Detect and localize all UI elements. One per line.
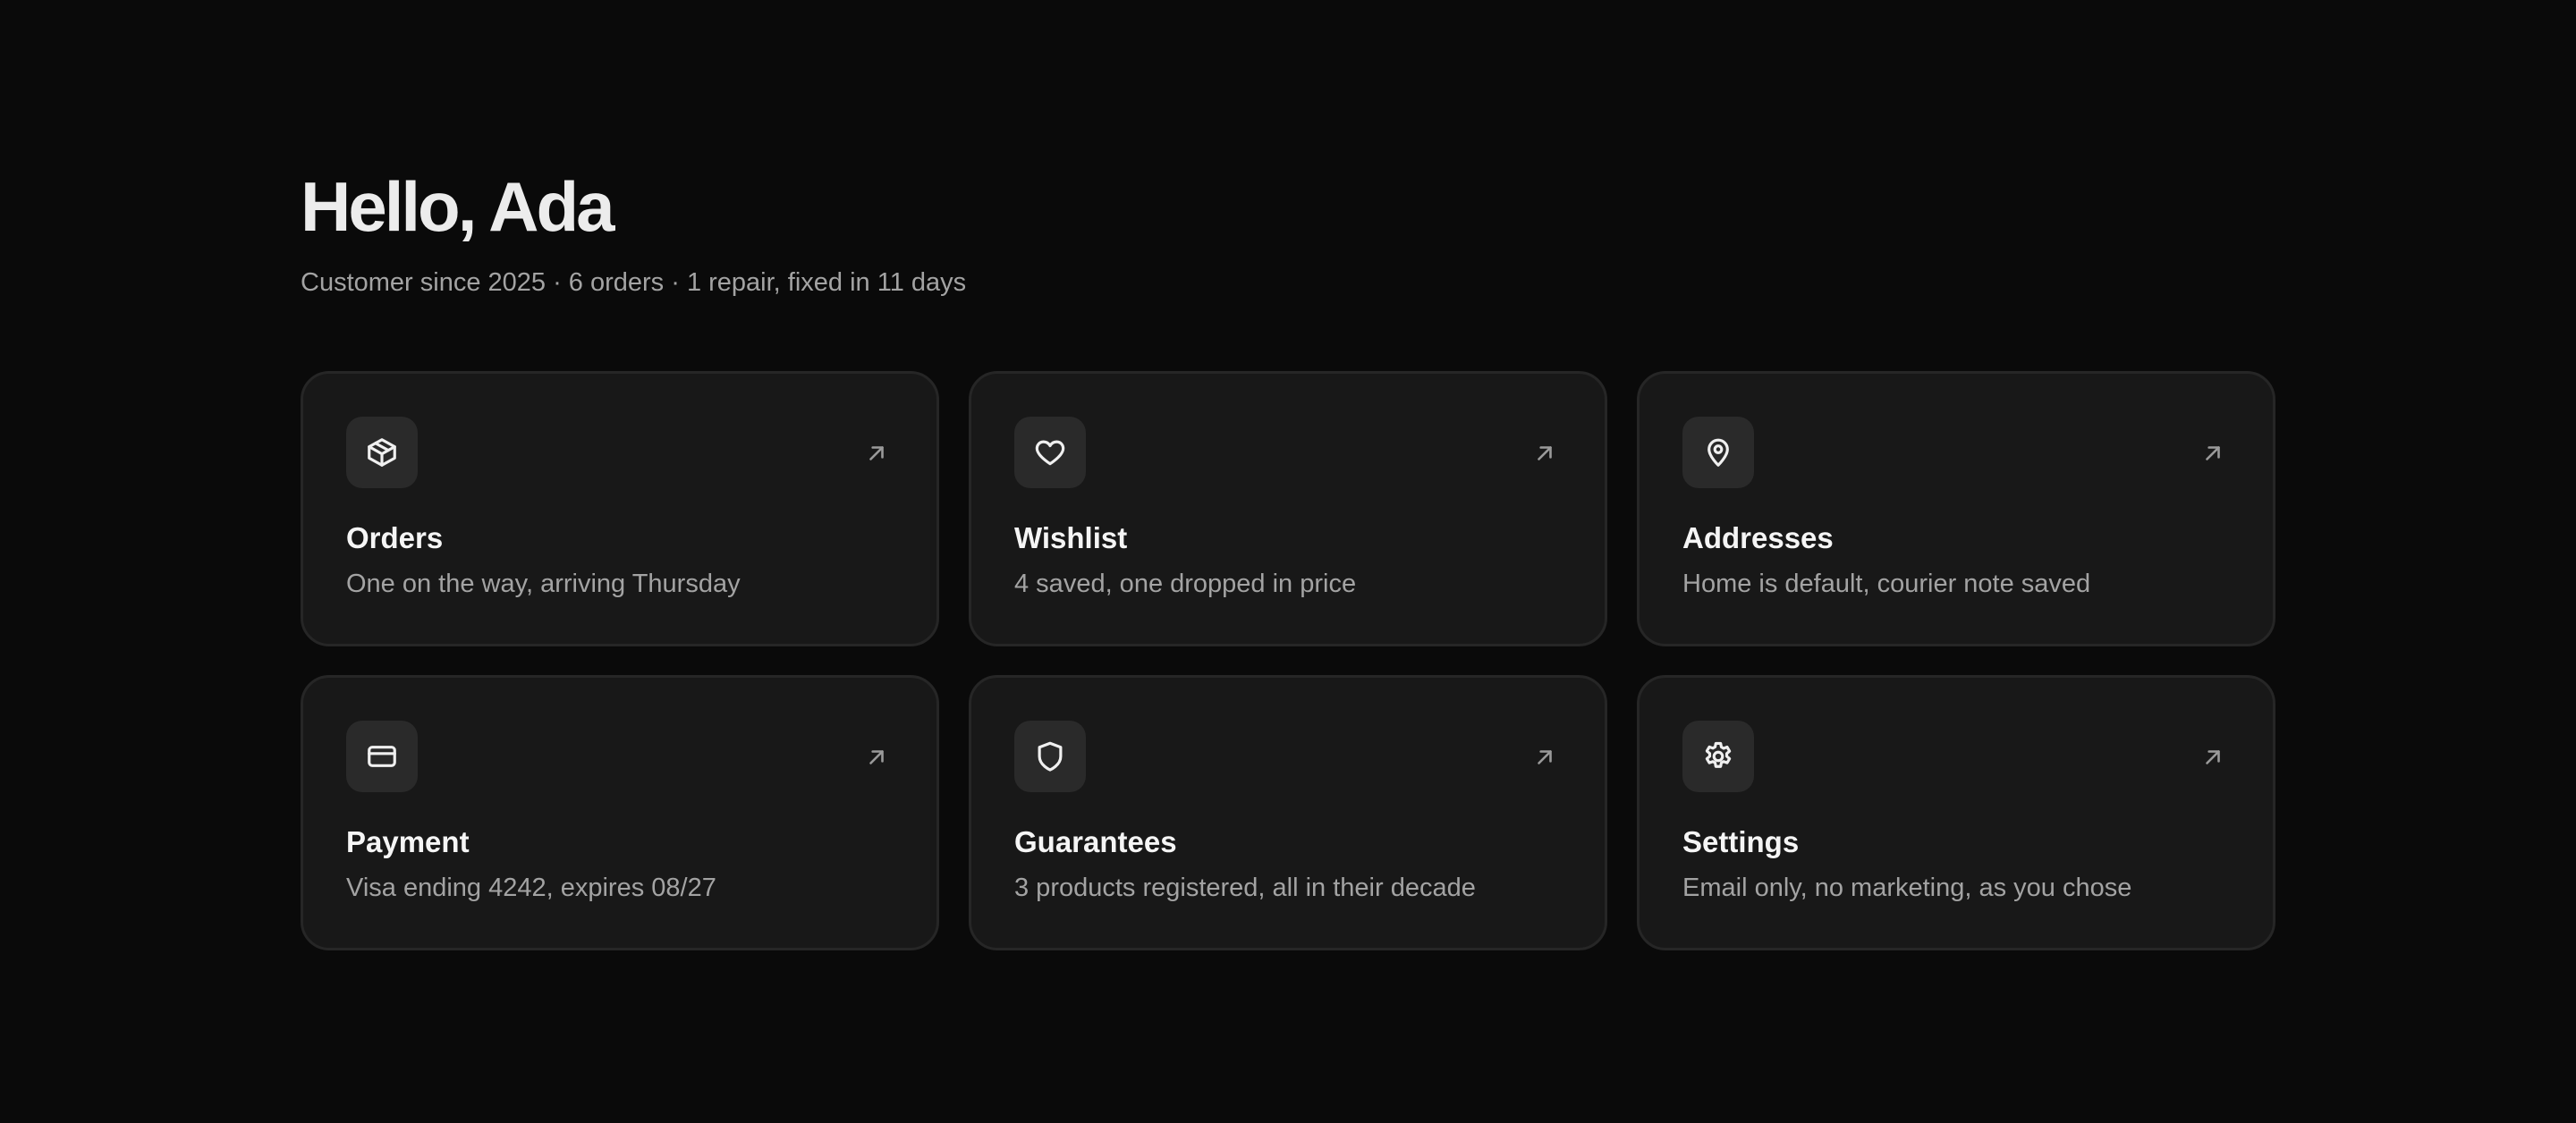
card-description: Email only, no marketing, as you chose: [1682, 874, 2132, 902]
heart-icon: [1035, 440, 1065, 466]
icon-tile: [1014, 417, 1086, 488]
arrow-up-right-icon: [1533, 442, 1556, 465]
arrow-up-right-icon: [1533, 746, 1556, 769]
arrow-up-right-icon: [865, 442, 888, 465]
card-title: Settings: [1682, 825, 1800, 858]
gear-icon: [1705, 741, 1732, 768]
addresses-card[interactable]: Addresses Home is default, courier note …: [1637, 371, 2275, 646]
wishlist-card[interactable]: Wishlist 4 saved, one dropped in price: [969, 371, 1607, 646]
icon-tile: [346, 721, 418, 792]
icon-tile: [1014, 721, 1086, 792]
icon-tile: [346, 417, 418, 488]
arrow-up-right-icon: [2201, 442, 2224, 465]
card-description: Visa ending 4242, expires 08/27: [346, 874, 716, 902]
card-description: 3 products registered, all in their deca…: [1014, 874, 1476, 902]
credit-card-icon: [368, 746, 396, 767]
icon-tile: [1682, 721, 1754, 792]
shield-icon: [1038, 741, 1063, 772]
arrow-up-right-icon: [865, 746, 888, 769]
orders-card[interactable]: Orders One on the way, arriving Thursday: [301, 371, 939, 646]
arrow-up-right-icon: [2201, 746, 2224, 769]
package-icon: [368, 438, 396, 467]
page-title: Hello, Ada: [301, 167, 614, 246]
map-pin-icon: [1707, 438, 1729, 467]
card-title: Addresses: [1682, 521, 1834, 554]
card-description: One on the way, arriving Thursday: [346, 570, 741, 598]
icon-tile: [1682, 417, 1754, 488]
guarantees-card[interactable]: Guarantees 3 products registered, all in…: [969, 675, 1607, 950]
card-description: 4 saved, one dropped in price: [1014, 570, 1357, 598]
card-description: Home is default, courier note saved: [1682, 570, 2091, 598]
card-title: Orders: [346, 521, 444, 554]
customer-summary: Customer since 2025 · 6 orders · 1 repai…: [301, 268, 967, 297]
payment-card[interactable]: Payment Visa ending 4242, expires 08/27: [301, 675, 939, 950]
card-title: Guarantees: [1014, 825, 1177, 858]
card-title: Wishlist: [1014, 521, 1128, 554]
account-cards-grid: Orders One on the way, arriving Thursday…: [301, 371, 2275, 950]
settings-card[interactable]: Settings Email only, no marketing, as yo…: [1637, 675, 2275, 950]
card-title: Payment: [346, 825, 470, 858]
